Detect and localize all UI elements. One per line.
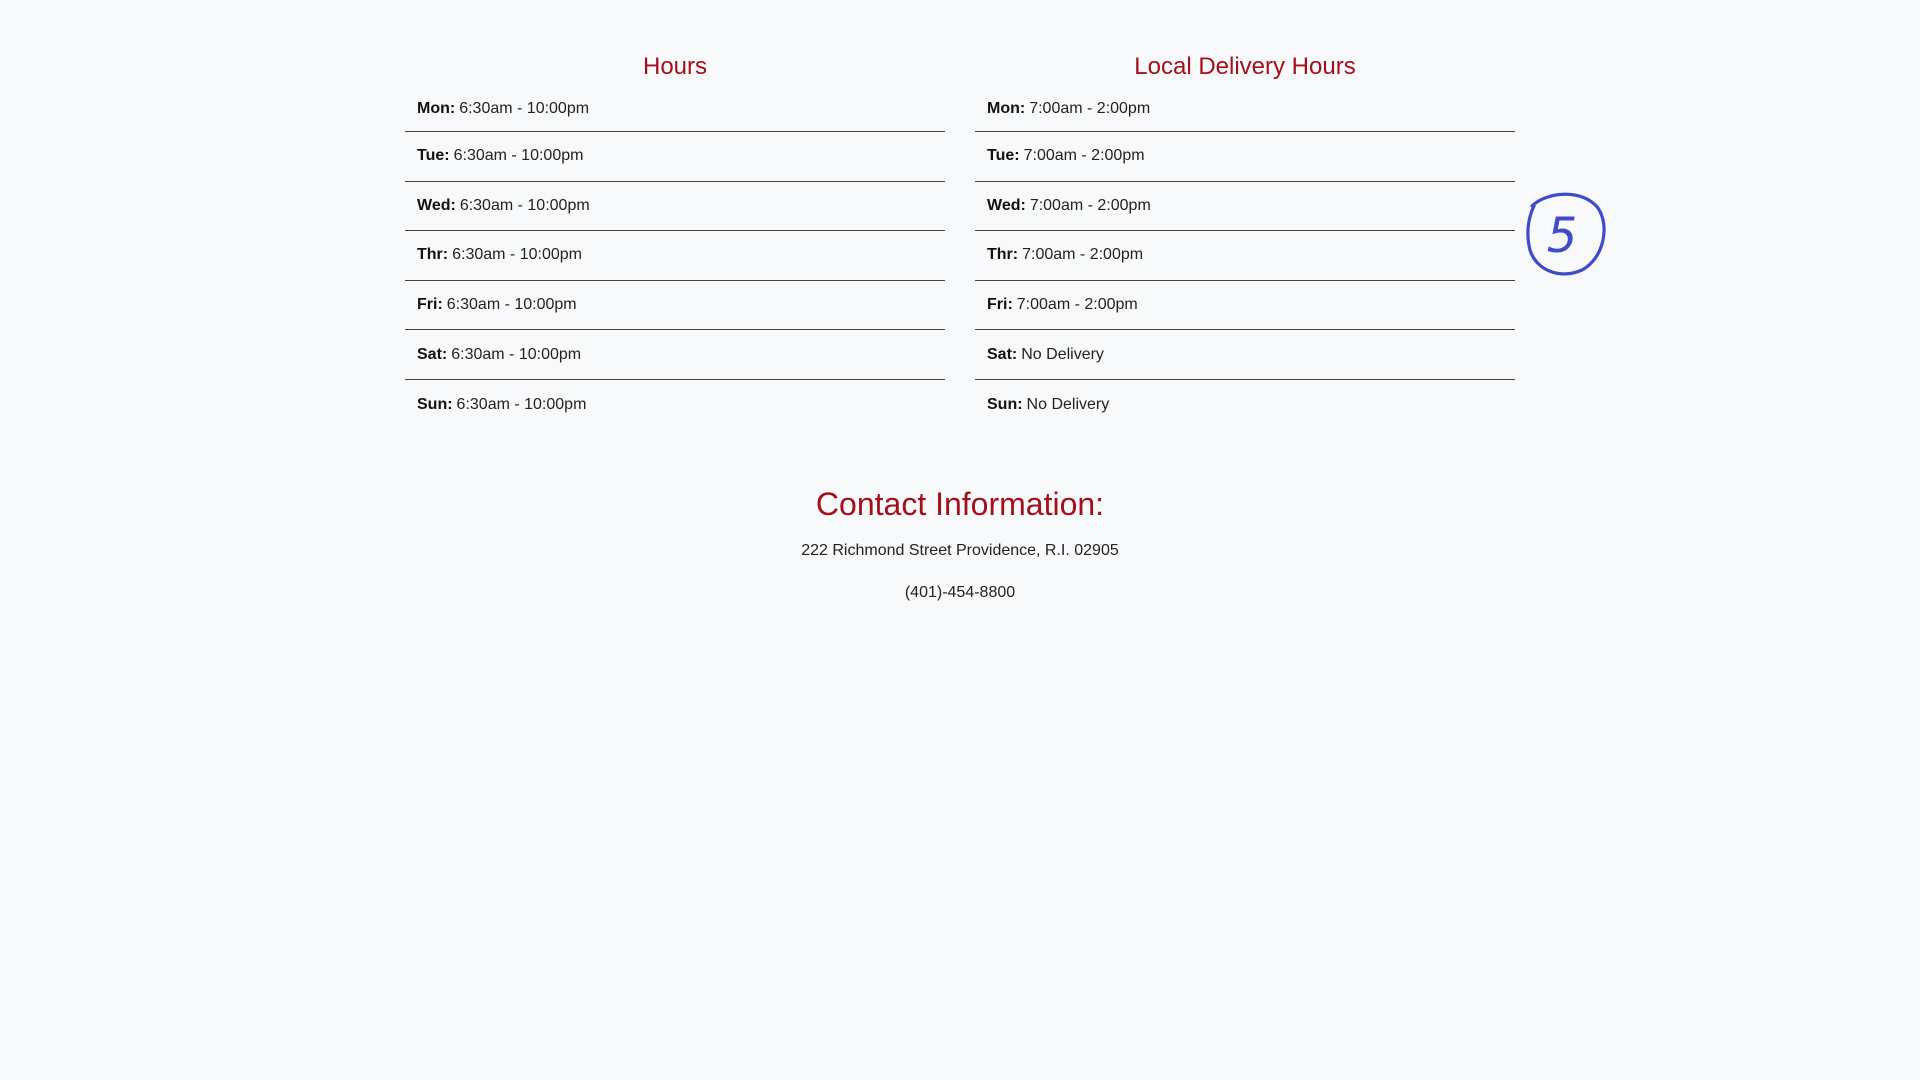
day-label: Tue: <box>417 147 450 165</box>
time-value: 7:00am - 2:00pm <box>1029 196 1151 214</box>
time-value: 6:30am - 10:00pm <box>456 395 587 413</box>
day-label: Sun: <box>417 395 453 413</box>
time-value: 6:30am - 10:00pm <box>459 196 590 214</box>
day-label: Sun: <box>987 395 1023 413</box>
contact-section: Contact Information: 222 Richmond Street… <box>0 480 1920 624</box>
delivery-row-tue: Tue: 7:00am - 2:00pm <box>975 132 1515 182</box>
day-label: Sat: <box>417 345 448 363</box>
hours-table: Hours Mon: 6:30am - 10:00pm Tue: 6:30am … <box>405 48 945 430</box>
time-value: 6:30am - 10:00pm <box>452 246 582 264</box>
time-value: 6:30am - 10:00pm <box>459 99 590 117</box>
hours-row-tue: Tue: 6:30am - 10:00pm <box>405 132 945 182</box>
delivery-row-sat: Sat: No Delivery <box>975 330 1515 380</box>
hours-row-mon: Mon: 6:30am - 10:00pm <box>405 86 945 132</box>
day-label: Tue: <box>987 147 1020 165</box>
delivery-row-thr: Thr: 7:00am - 2:00pm <box>975 231 1515 281</box>
day-label: Wed: <box>987 196 1026 214</box>
contact-phone[interactable]: (401)-454-8800 <box>0 582 1920 604</box>
hours-row-sun: Sun: 6:30am - 10:00pm <box>405 380 945 430</box>
day-label: Fri: <box>417 296 443 314</box>
time-value: 7:00am - 2:00pm <box>1023 147 1145 165</box>
day-label: Thr: <box>987 246 1019 264</box>
time-value: 7:00am - 2:00pm <box>1022 246 1144 264</box>
contact-title: Contact Information: <box>815 486 1105 522</box>
hours-row-sat: Sat: 6:30am - 10:00pm <box>405 330 945 380</box>
time-value: No Delivery <box>1021 345 1104 363</box>
day-label: Mon: <box>417 99 456 117</box>
delivery-hours-table: Local Delivery Hours Mon: 7:00am - 2:00p… <box>975 48 1515 430</box>
day-label: Sat: <box>987 345 1018 363</box>
time-value: 6:30am - 10:00pm <box>446 296 577 314</box>
day-label: Mon: <box>987 99 1026 117</box>
hours-row-thr: Thr: 6:30am - 10:00pm <box>405 231 945 281</box>
delivery-row-wed: Wed: 7:00am - 2:00pm <box>975 182 1515 232</box>
time-value: 6:30am - 10:00pm <box>453 147 584 165</box>
day-label: Wed: <box>417 196 456 214</box>
delivery-hours-title: Local Delivery Hours <box>1134 53 1356 80</box>
circled-number-annotation: 5 <box>1526 192 1606 276</box>
delivery-row-mon: Mon: 7:00am - 2:00pm <box>975 86 1515 132</box>
annotation-label: 5 <box>1547 208 1578 264</box>
delivery-row-sun: Sun: No Delivery <box>975 380 1515 430</box>
contact-address: 222 Richmond Street Providence, R.I. 029… <box>801 542 1119 559</box>
hours-row-fri: Fri: 6:30am - 10:00pm <box>405 281 945 331</box>
time-value: 6:30am - 10:00pm <box>451 345 582 363</box>
time-value: No Delivery <box>1026 395 1110 413</box>
hours-row-wed: Wed: 6:30am - 10:00pm <box>405 182 945 232</box>
time-value: 7:00am - 2:00pm <box>1029 99 1151 117</box>
day-label: Thr: <box>417 246 449 264</box>
hours-tables: Hours Mon: 6:30am - 10:00pm Tue: 6:30am … <box>405 48 1515 430</box>
hours-title: Hours <box>642 53 708 80</box>
day-label: Fri: <box>987 296 1013 314</box>
delivery-row-fri: Fri: 7:00am - 2:00pm <box>975 281 1515 331</box>
time-value: 7:00am - 2:00pm <box>1016 296 1138 314</box>
page: Hours Mon: 6:30am - 10:00pm Tue: 6:30am … <box>0 0 1920 1080</box>
